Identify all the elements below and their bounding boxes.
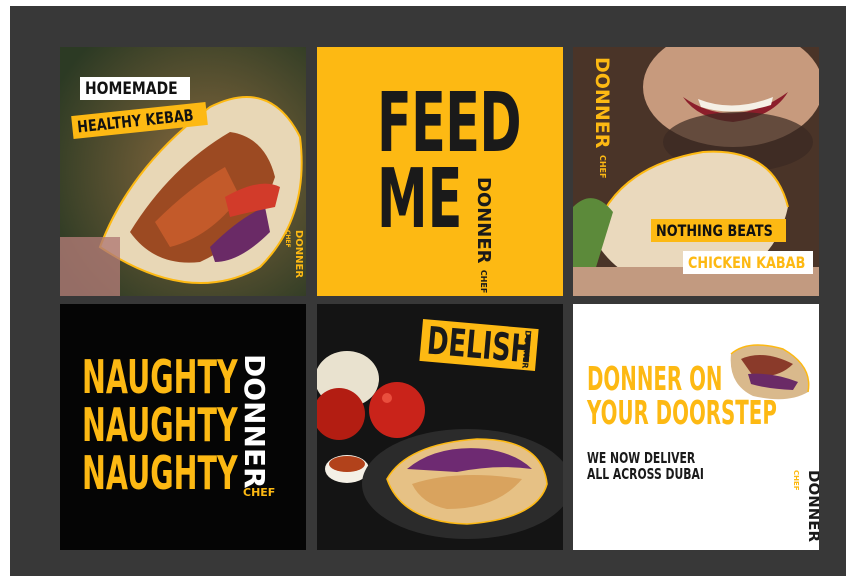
brand-sub: CHEF [792,470,800,491]
tile-homemade-kebab: HOMEMADE HEALTHY KEBAB DONNER CHEF [60,47,306,296]
brand-name: DONNER [805,470,819,543]
chicken-kabab-label: CHICKEN KABAB [688,253,806,272]
donner-logo: DONNER [238,354,271,489]
brand-sub: CHEF [598,154,607,179]
doorstep-headline: DONNER ON YOUR DOORSTEP [587,362,819,430]
donner-logo: DONNER CHEF [787,470,819,550]
brand-sub: CHEF [479,269,488,294]
homemade-tag: HOMEMADE [80,77,190,100]
me-text: ME [377,152,463,247]
naughty-headline: NAUGHTY NAUGHTY NAUGHTY [82,354,306,498]
tile-doorstep: DONNER ON YOUR DOORSTEP WE NOW DELIVER A… [573,304,819,550]
donner-logo: DONNER CHEF [473,177,494,293]
tile-feed-me: FEED ME DONNER CHEF [317,47,563,296]
tile-nothing-beats: DONNER CHEF NOTHING BEATS CHICKEN KABAB [573,47,819,296]
chicken-kabab-tag: CHICKEN KABAB [683,251,813,274]
brand-name: DONNER [238,354,271,489]
brand-name: DONNER [473,177,494,264]
brand-name: DONNER [591,57,613,149]
homemade-label: HOMEMADE [85,79,178,99]
feed-me-headline: FEED ME [377,83,563,241]
donner-logo: DONNER CHEF [591,57,613,178]
brand-name: DONNER [293,230,304,279]
doorstep-subline: WE NOW DELIVER ALL ACROSS DUBAI [587,451,749,483]
naughty-line-2: NAUGHTY [82,398,238,452]
donner-logo-small: DONNER CHEF [282,230,304,296]
chef-label: CHEF [243,486,276,499]
tile-delish: DELISH DONNER [317,304,563,550]
tile-naughty: NAUGHTY NAUGHTY NAUGHTY DONNER CHEF [60,304,306,550]
headline-line-2: YOUR DOORSTEP [587,393,777,432]
delish-text: DELISH [425,318,535,372]
nothing-beats-label: NOTHING BEATS [656,221,773,240]
naughty-line-1: NAUGHTY [82,350,238,404]
subline-2: ALL ACROSS DUBAI [587,465,704,483]
naughty-line-3: NAUGHTY [82,446,238,500]
moodboard: HOMEMADE HEALTHY KEBAB DONNER CHEF FEED … [10,6,846,576]
brand-sub: CHEF [284,230,291,248]
nothing-beats-tag: NOTHING BEATS [651,219,786,242]
headline-line-1: DONNER ON [587,359,723,398]
